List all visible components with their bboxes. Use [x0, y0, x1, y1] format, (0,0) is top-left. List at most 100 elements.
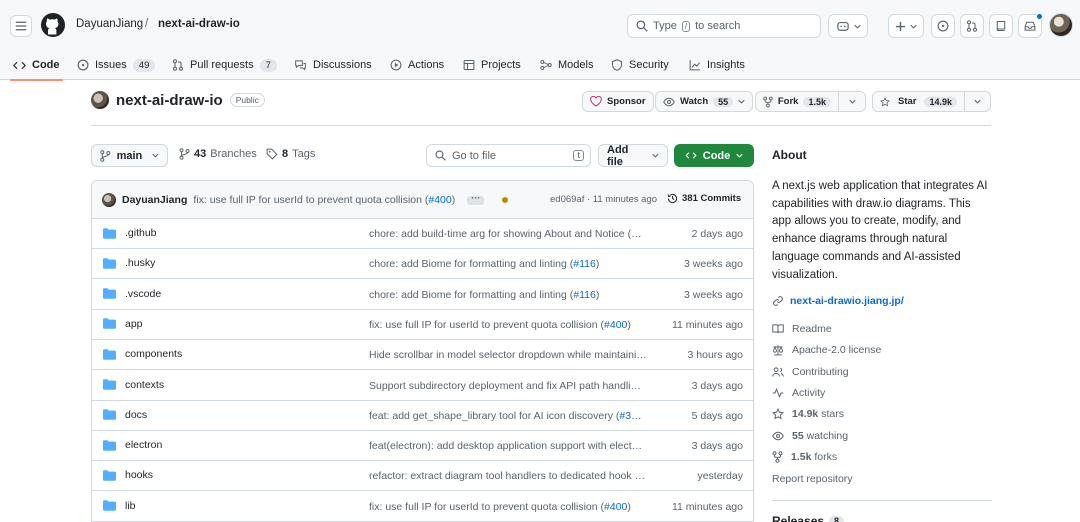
file-row[interactable]: electron feat(electron): add desktop appl…: [92, 431, 753, 462]
file-name-link[interactable]: docs: [103, 409, 147, 421]
owner-avatar: [91, 91, 109, 109]
watch-button[interactable]: Watch 55: [655, 91, 754, 112]
file-name-link[interactable]: .husky: [103, 257, 155, 269]
file-name-link[interactable]: app: [103, 318, 143, 330]
file-row[interactable]: .github chore: add build-time arg for sho…: [92, 219, 753, 249]
file-row[interactable]: components Hide scrollbar in model select…: [92, 340, 753, 371]
tags-link[interactable]: 8 Tags: [266, 148, 315, 160]
tab-projects[interactable]: Projects: [463, 50, 521, 80]
discussion-icon: [295, 60, 306, 71]
file-commit-pr-link[interactable]: #400: [604, 319, 627, 331]
user-avatar[interactable]: [1049, 13, 1073, 37]
fork-count: 1.5k: [803, 96, 831, 107]
add-file-button[interactable]: Add file: [598, 144, 668, 168]
file-name: .husky: [125, 257, 156, 270]
file-commit-message[interactable]: fix: use full IP for userId to prevent q…: [369, 319, 631, 331]
website-url: next-ai-drawio.jiang.jp/: [790, 295, 904, 307]
readme-link[interactable]: Readme: [772, 323, 832, 335]
file-name-link[interactable]: components: [103, 348, 182, 360]
repo-title: next-ai-draw-io Public: [91, 91, 265, 109]
search-prefix: Type: [653, 20, 677, 32]
releases-heading[interactable]: Releases 8: [772, 514, 845, 522]
fork-dropdown[interactable]: [838, 91, 866, 112]
branch-selector[interactable]: main: [91, 144, 168, 167]
repositories-button[interactable]: [989, 14, 1013, 38]
file-commit-message[interactable]: chore: add build-time arg for showing Ab…: [369, 228, 642, 240]
menu-button[interactable]: [10, 15, 32, 37]
code-button[interactable]: Code: [674, 144, 754, 167]
file-commit-pr-link[interactable]: #3…: [619, 410, 641, 422]
stars-link[interactable]: 14.9k stars: [772, 408, 844, 420]
file-row[interactable]: docs feat: add get_shape_library tool for…: [92, 401, 753, 431]
file-commit-pr-link[interactable]: #116: [573, 289, 596, 301]
pull-requests-button[interactable]: [960, 14, 984, 38]
tab-issues[interactable]: Issues 49: [77, 50, 156, 80]
link-icon: [773, 296, 783, 306]
file-row[interactable]: .husky chore: add Biome for formatting an…: [92, 249, 753, 280]
create-new-button[interactable]: [888, 14, 924, 38]
tab-pull-requests[interactable]: Pull requests 7: [172, 50, 277, 80]
fork-button[interactable]: Fork 1.5k: [755, 91, 839, 112]
copilot-button[interactable]: [828, 14, 868, 38]
contributing-link[interactable]: Contributing: [772, 366, 849, 378]
file-commit-message[interactable]: chore: add Biome for formatting and lint…: [369, 289, 599, 301]
commit-message[interactable]: fix: use full IP for userId to prevent q…: [193, 194, 455, 206]
tab-discussions[interactable]: Discussions: [294, 50, 372, 80]
heart-icon: [590, 96, 602, 107]
book-icon: [772, 324, 784, 334]
notifications-button[interactable]: [1018, 13, 1043, 38]
expand-commit-button[interactable]: ···: [467, 193, 485, 205]
file-row[interactable]: app fix: use full IP for userId to preven…: [92, 310, 753, 340]
commit-author[interactable]: DayuanJiang: [122, 194, 187, 206]
file-row[interactable]: contexts Support subdirectory deployment …: [92, 371, 753, 401]
file-commit-message[interactable]: feat(electron): add desktop application …: [369, 440, 642, 452]
website-link[interactable]: next-ai-drawio.jiang.jp/: [772, 295, 904, 307]
repo-nav-tabs: Code Issues 49 Pull requests 7 Discussio…: [0, 50, 1080, 81]
star-dropdown[interactable]: [964, 91, 991, 112]
search-input[interactable]: Type / to search: [627, 14, 821, 38]
activity-link[interactable]: Activity: [772, 387, 825, 399]
branch-name: main: [116, 149, 143, 162]
star-button[interactable]: Star 14.9k: [872, 91, 965, 112]
branches-link[interactable]: 43 Branches: [179, 148, 257, 160]
tab-security[interactable]: Security: [611, 50, 669, 80]
tab-actions[interactable]: Actions: [390, 50, 444, 80]
file-commit-message[interactable]: Support subdirectory deployment and fix …: [369, 380, 641, 392]
license-link[interactable]: Apache-2.0 license: [772, 344, 881, 356]
people-icon: [772, 367, 784, 377]
report-repository-link[interactable]: Report repository: [772, 473, 853, 485]
commit-status-icon[interactable]: [502, 197, 509, 203]
file-commit-message[interactable]: fix: use full IP for userId to prevent q…: [369, 501, 631, 513]
file-commit-message[interactable]: chore: add Biome for formatting and lint…: [369, 258, 599, 270]
file-name-link[interactable]: electron: [103, 439, 162, 451]
sponsor-button[interactable]: Sponsor: [582, 91, 654, 112]
tab-insights[interactable]: Insights: [689, 50, 745, 80]
commits-link[interactable]: 381 Commits: [667, 193, 741, 204]
breadcrumb-repo[interactable]: next-ai-draw-io: [158, 18, 240, 30]
file-name-link[interactable]: hooks: [103, 469, 153, 481]
forks-link[interactable]: 1.5k forks: [772, 451, 837, 463]
watchers-link[interactable]: 55 watching: [772, 430, 848, 442]
file-commit-message[interactable]: Hide scrollbar in model selector dropdow…: [369, 349, 647, 361]
file-commit-message[interactable]: refactor: extract diagram tool handlers …: [369, 470, 645, 482]
tab-code[interactable]: Code: [10, 50, 62, 81]
commit-hash-time[interactable]: ed069af · 11 minutes ago: [550, 194, 657, 205]
file-commit-message[interactable]: feat: add get_shape_library tool for AI …: [369, 410, 642, 422]
issues-button[interactable]: [931, 14, 955, 38]
file-name-link[interactable]: lib: [103, 500, 136, 512]
stars-label: stars: [821, 408, 844, 420]
file-name-link[interactable]: .github: [103, 227, 157, 239]
go-to-file-input[interactable]: Go to file t: [426, 144, 591, 167]
file-row[interactable]: .vscode chore: add Biome for formatting a…: [92, 280, 753, 310]
file-row[interactable]: hooks refactor: extract diagram tool hand…: [92, 461, 753, 492]
tab-models[interactable]: Models: [540, 50, 593, 80]
file-name-link[interactable]: contexts: [103, 379, 164, 391]
github-logo[interactable]: [41, 13, 65, 37]
file-commit-pr-link[interactable]: #400: [604, 501, 627, 513]
file-row[interactable]: lib fix: use full IP for userId to preven…: [92, 492, 753, 522]
breadcrumb-owner[interactable]: DayuanJiang: [76, 18, 143, 30]
file-commit-pr-link[interactable]: #116: [573, 258, 596, 270]
commit-pr-link[interactable]: #400: [428, 194, 451, 206]
repo-name[interactable]: next-ai-draw-io: [116, 92, 223, 109]
file-name-link[interactable]: .vscode: [103, 288, 161, 300]
